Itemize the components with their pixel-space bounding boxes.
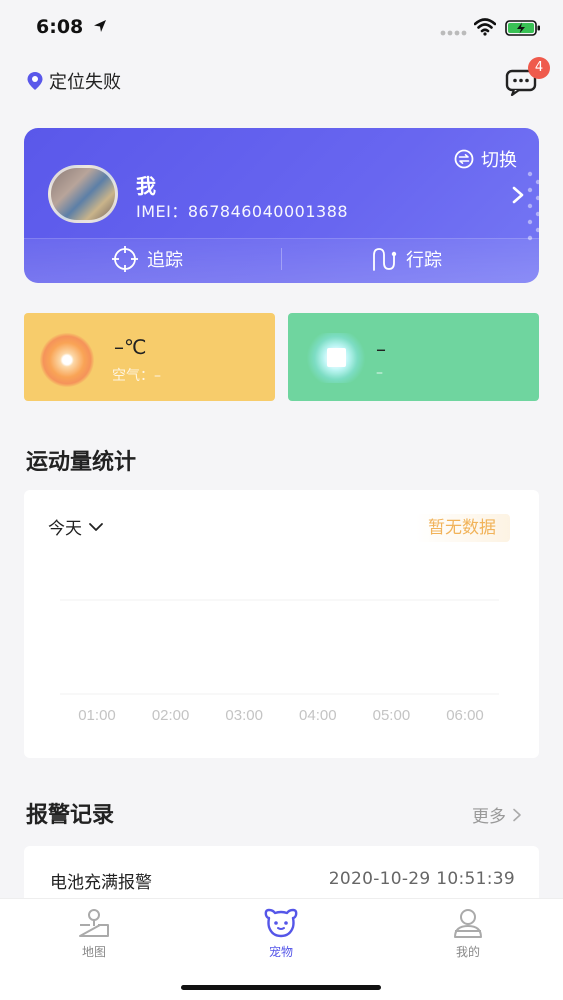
tab-mine[interactable]: 我的 <box>418 907 518 960</box>
message-badge: 4 <box>528 57 550 79</box>
x-tick-label: 03:00 <box>225 707 263 724</box>
temperature-value: –℃ <box>114 335 147 359</box>
wifi-icon <box>474 18 496 36</box>
x-tick-label: 04:00 <box>299 707 337 724</box>
track-label: 追踪 <box>147 250 183 271</box>
map-icon <box>79 909 109 937</box>
trail-button[interactable]: 行踪 <box>370 245 442 273</box>
signal-dots-icon <box>440 30 467 36</box>
pet-icon <box>264 908 298 938</box>
footer-divider <box>281 248 282 270</box>
battery-icon <box>505 20 540 36</box>
day-selector-label: 今天 <box>48 519 82 539</box>
chart-x-axis: 01:00 02:00 03:00 04:00 05:00 06:00 <box>78 707 484 724</box>
x-tick-label: 01:00 <box>78 707 116 724</box>
sport-section-title: 运动量统计 <box>26 450 137 475</box>
device-status-card[interactable]: – – <box>288 313 539 401</box>
device-avatar[interactable] <box>48 165 118 223</box>
device-name: 我 <box>136 174 156 198</box>
tab-pet-label: 宠物 <box>268 945 293 959</box>
trail-label: 行踪 <box>406 250 442 271</box>
status-bar: 6:08 <box>0 0 563 56</box>
alarm-time: 2020-10-29 10:51:39 <box>328 869 515 889</box>
status-main-value: – <box>376 337 386 361</box>
location-arrow-icon <box>94 20 106 32</box>
location-status[interactable]: 定位失败 <box>26 68 121 94</box>
weather-card[interactable]: –℃ 空气：– <box>24 313 275 401</box>
switch-label: 切换 <box>481 150 517 171</box>
x-tick-label: 02:00 <box>152 707 190 724</box>
more-link[interactable]: 更多 <box>472 802 522 827</box>
chevron-down-icon <box>89 522 103 531</box>
chevron-right-icon <box>513 808 521 821</box>
device-imei: IMEI：867846040001388 <box>136 202 349 221</box>
status-sub-value: – <box>376 365 383 381</box>
location-status-text: 定位失败 <box>49 72 121 93</box>
crosshair-icon <box>112 246 138 272</box>
status-square-icon <box>327 348 346 367</box>
track-button[interactable]: 追踪 <box>111 245 183 273</box>
status-time: 6:08 <box>36 16 84 38</box>
device-card[interactable]: 我 IMEI：867846040001388 切换 追踪 行踪 <box>24 128 539 283</box>
sport-chart-card: 今天 暂无数据 01:00 02:00 03:00 04:00 05:00 06:00 <box>24 490 539 758</box>
sun-icon <box>40 333 94 387</box>
alarm-title: 电池充满报警 <box>50 873 152 893</box>
tab-map[interactable]: 地图 <box>44 907 144 960</box>
more-label: 更多 <box>472 807 506 827</box>
location-pin-icon <box>27 72 43 90</box>
no-data-label: 暂无数据 <box>416 514 510 542</box>
x-tick-label: 05:00 <box>373 707 411 724</box>
tab-map-label: 地图 <box>81 945 106 959</box>
tab-pet[interactable]: 宠物 <box>231 907 331 960</box>
home-indicator <box>181 985 381 990</box>
day-selector[interactable]: 今天 <box>48 514 104 539</box>
switch-device-button[interactable]: 切换 <box>454 146 517 172</box>
air-quality: 空气：– <box>112 368 161 384</box>
route-icon <box>373 248 397 271</box>
tab-mine-label: 我的 <box>455 945 480 959</box>
decorative-dots-icon <box>527 171 539 241</box>
alarm-section-title: 报警记录 <box>26 803 115 828</box>
sport-chart: 01:00 02:00 03:00 04:00 05:00 06:00 <box>60 599 499 724</box>
switch-icon <box>454 149 474 169</box>
user-icon <box>454 909 482 938</box>
x-tick-label: 06:00 <box>446 707 484 724</box>
